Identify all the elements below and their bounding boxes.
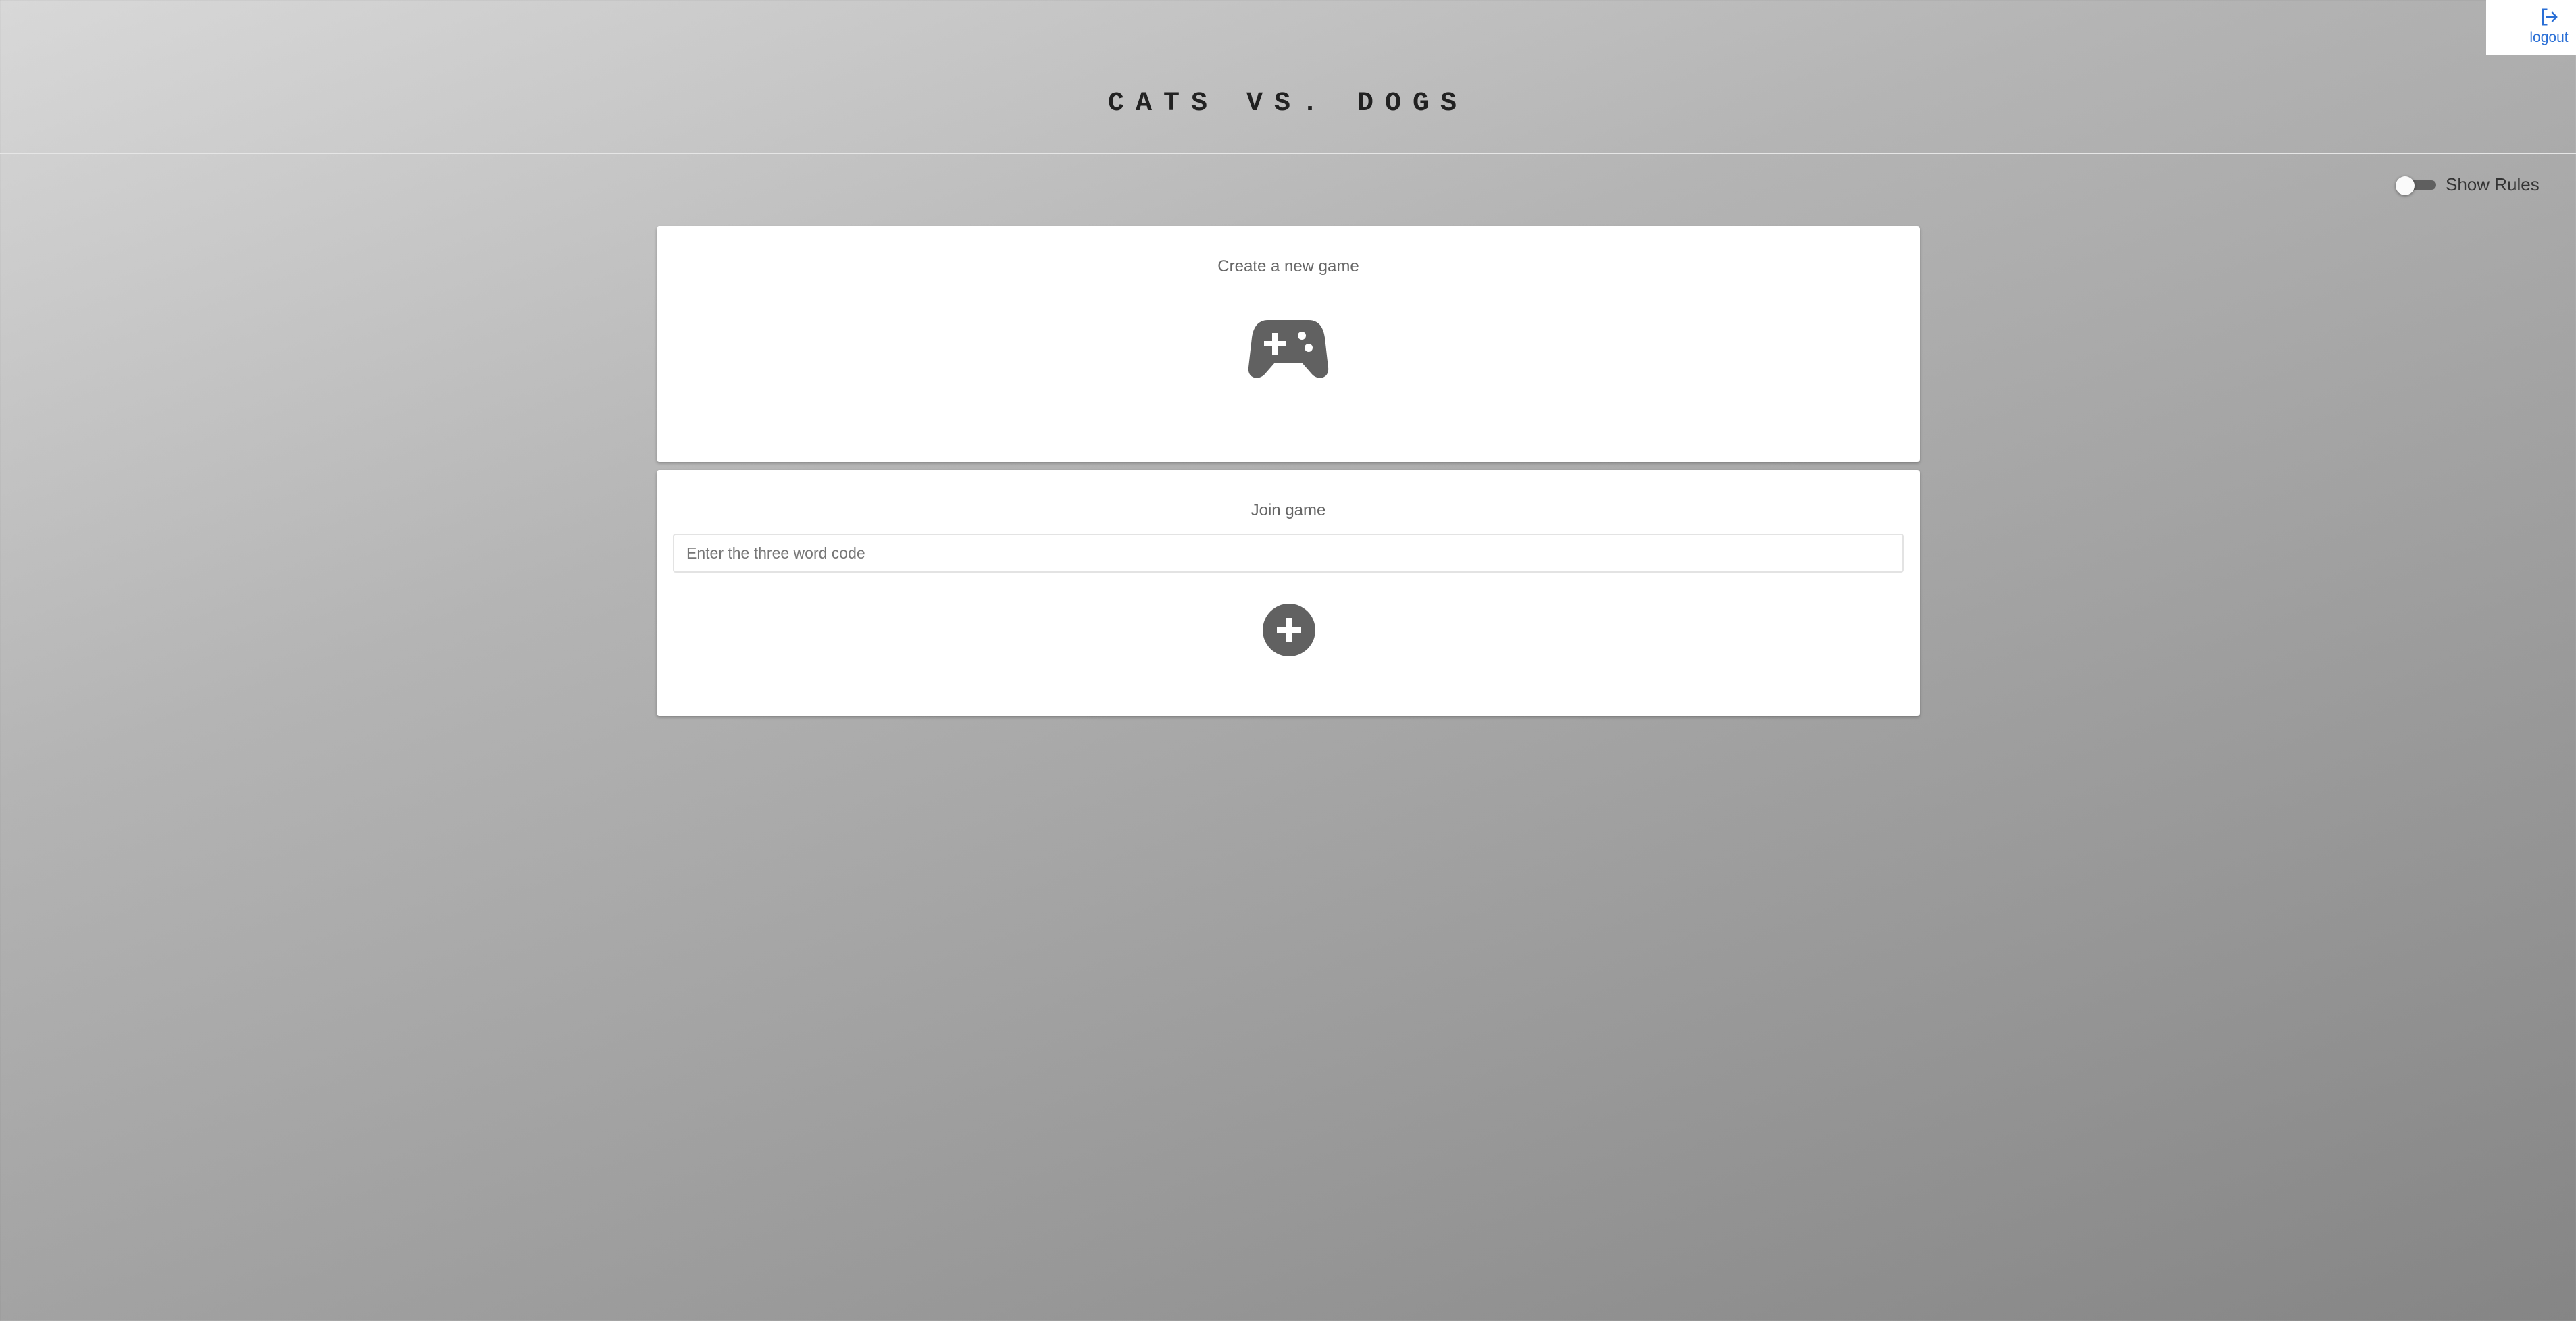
join-game-card: Join game [657, 470, 1920, 716]
logout-label: logout [2529, 30, 2569, 45]
switch-thumb [2396, 176, 2415, 195]
join-game-button[interactable] [1263, 604, 1315, 656]
rules-switch[interactable] [2396, 176, 2436, 195]
app-header: CATS VS. DOGS [0, 0, 2576, 154]
create-game-title: Create a new game [1217, 257, 1359, 276]
show-rules-toggle[interactable]: Show Rules [2396, 173, 2540, 196]
game-code-input[interactable] [673, 534, 1904, 573]
page-title: CATS VS. DOGS [1107, 88, 1469, 119]
logout-icon [2542, 8, 2558, 26]
plus-circle-icon [1277, 618, 1301, 642]
join-game-title: Join game [1251, 501, 1326, 519]
show-rules-label: Show Rules [2446, 174, 2540, 195]
logout-button[interactable]: logout [2486, 0, 2576, 55]
gamepad-icon[interactable] [1248, 317, 1329, 380]
create-game-card: Create a new game [657, 226, 1920, 462]
